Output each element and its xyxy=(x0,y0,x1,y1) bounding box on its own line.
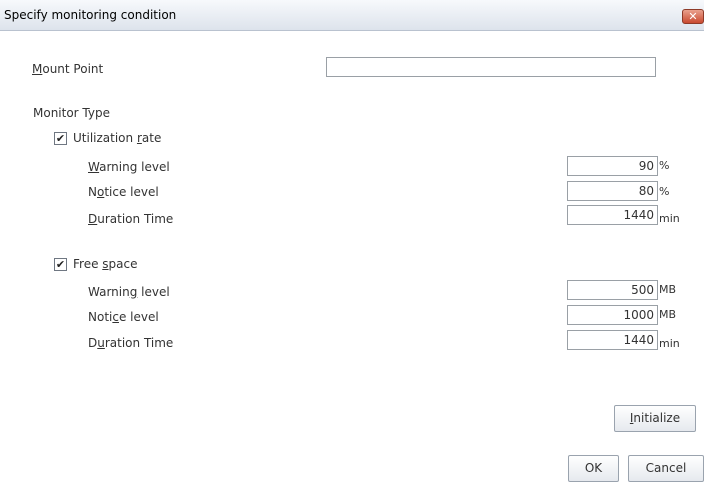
free-space-notice-label: Notice level xyxy=(88,310,159,324)
free-space-notice-input[interactable] xyxy=(567,305,658,325)
utilization-notice-label: Notice level xyxy=(88,185,159,199)
ok-button[interactable]: OK xyxy=(568,455,619,482)
utilization-warning-label: Warning level xyxy=(88,160,170,174)
free-space-notice-unit: MB xyxy=(659,308,677,321)
free-space-warning-unit: MB xyxy=(659,283,677,296)
free-space-label: Free space xyxy=(73,257,138,271)
utilization-rate-checkbox[interactable]: ✔ xyxy=(54,132,67,145)
free-space-duration-label: Duration Time xyxy=(88,336,174,350)
utilization-notice-unit: % xyxy=(659,185,670,198)
monitor-type-heading: Monitor Type xyxy=(33,106,110,120)
utilization-notice-input[interactable] xyxy=(567,181,658,201)
utilization-warning-input[interactable] xyxy=(567,156,658,176)
mount-point-label: Mount Point xyxy=(32,62,104,76)
utilization-rate-label: Utilization rate xyxy=(73,131,162,145)
close-icon[interactable]: ✕ xyxy=(682,9,704,24)
free-space-duration-input[interactable] xyxy=(567,330,658,350)
dialog-title: Specify monitoring condition xyxy=(4,8,177,22)
utilization-duration-input[interactable] xyxy=(567,205,658,225)
mount-point-input[interactable] xyxy=(326,57,656,77)
title-bar[interactable]: Specify monitoring condition ✕ xyxy=(0,0,704,31)
free-space-duration-unit: min xyxy=(659,337,680,350)
utilization-warning-unit: % xyxy=(659,159,670,172)
initialize-button[interactable]: Initialize xyxy=(614,405,696,432)
free-space-checkbox[interactable]: ✔ xyxy=(54,258,67,271)
utilization-duration-label: Duration Time xyxy=(88,212,174,226)
dialog-window: Specify monitoring condition ✕ Mount Poi… xyxy=(0,0,704,488)
utilization-duration-unit: min xyxy=(659,212,680,225)
cancel-button[interactable]: Cancel xyxy=(628,455,704,482)
free-space-warning-input[interactable] xyxy=(567,280,658,300)
free-space-warning-label: Warning level xyxy=(88,285,170,299)
